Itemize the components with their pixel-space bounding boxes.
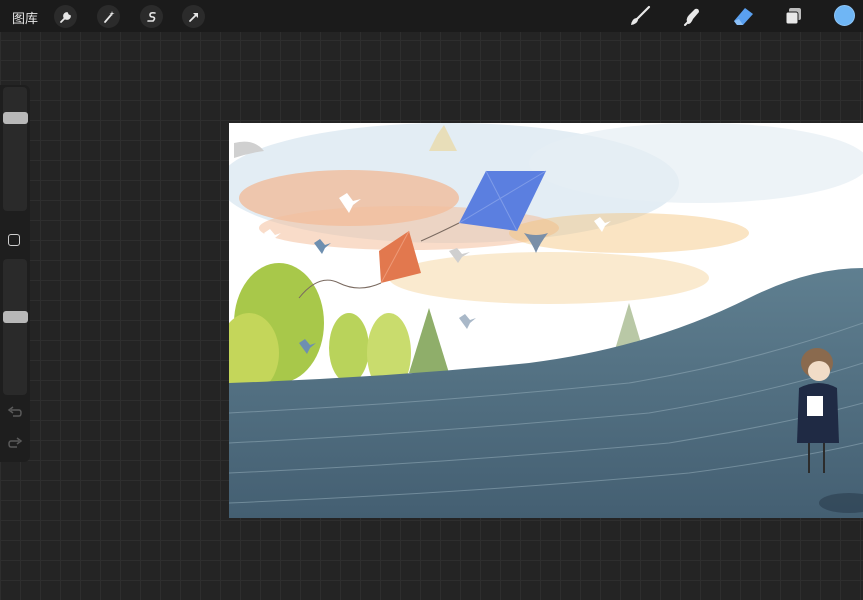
brush-icon[interactable] bbox=[628, 4, 652, 28]
undo-icon[interactable] bbox=[7, 405, 23, 421]
opacity-thumb[interactable] bbox=[3, 311, 28, 324]
gallery-button[interactable]: 图库 bbox=[12, 8, 38, 27]
color-picker-button[interactable] bbox=[834, 5, 855, 26]
smudge-icon[interactable] bbox=[680, 4, 704, 28]
transform-arrow-icon[interactable] bbox=[182, 5, 205, 28]
modifier-button[interactable] bbox=[8, 234, 20, 246]
brush-size-thumb[interactable] bbox=[3, 111, 28, 124]
opacity-slider[interactable] bbox=[3, 259, 27, 395]
top-toolbar: 图库 bbox=[0, 0, 863, 32]
drawing-canvas[interactable] bbox=[229, 123, 863, 518]
sidebar bbox=[0, 85, 30, 462]
eraser-icon[interactable] bbox=[731, 4, 755, 28]
wrench-icon[interactable] bbox=[54, 5, 77, 28]
selection-icon[interactable] bbox=[140, 5, 163, 28]
magic-wand-icon[interactable] bbox=[97, 5, 120, 28]
artwork-illustration bbox=[229, 123, 863, 518]
redo-icon[interactable] bbox=[7, 436, 23, 452]
brush-size-slider[interactable] bbox=[3, 87, 27, 211]
layers-icon[interactable] bbox=[782, 4, 806, 28]
